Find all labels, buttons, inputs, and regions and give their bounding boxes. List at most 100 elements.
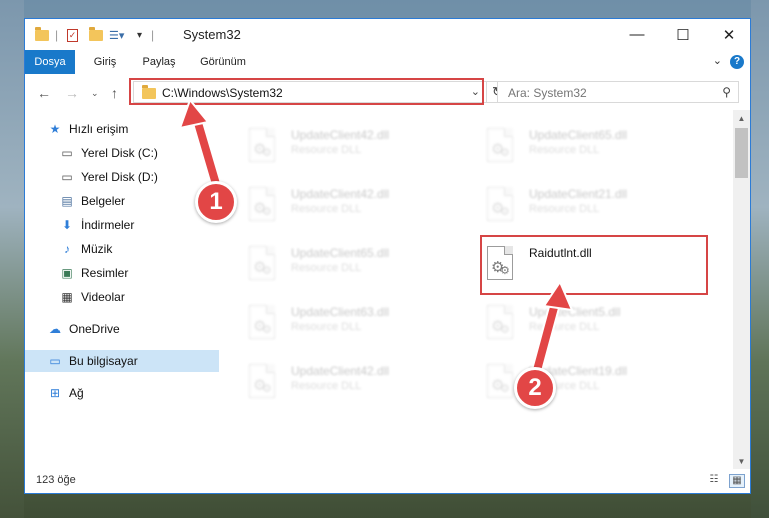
file-name: Raidutlnt.dll: [529, 246, 592, 260]
file-type: Resource DLL: [291, 380, 362, 392]
file-type: Resource DLL: [291, 144, 362, 156]
file-name: UpdateClient42.dll: [291, 364, 390, 378]
tab-share[interactable]: Paylaş: [137, 50, 181, 74]
forward-icon[interactable]: →: [65, 85, 79, 101]
dll-file-icon: ⚙ ⚙: [245, 246, 281, 284]
file-type: Resource DLL: [291, 203, 362, 215]
address-bar[interactable]: C:\Windows\System32 ⌄: [133, 81, 487, 103]
sidebar-item-label: Müzik: [81, 242, 113, 256]
file-item[interactable]: ⚙ ⚙ UpdateClient63.dll Resource DLL: [245, 301, 465, 345]
sidebar-item-label: Bu bilgisayar: [69, 354, 138, 368]
file-type: Resource DLL: [291, 262, 362, 274]
file-name: UpdateClient21.dll: [529, 187, 628, 201]
file-type: Resource DLL: [291, 321, 362, 333]
computer-icon: ▭: [49, 354, 61, 368]
file-item[interactable]: ⚙ ⚙ UpdateClient42.dll Resource DLL: [245, 360, 465, 404]
drive-icon: ▭: [61, 170, 73, 184]
sidebar-item-onedrive[interactable]: ☁ OneDrive: [25, 318, 239, 340]
dll-file-icon: ⚙ ⚙: [245, 305, 281, 343]
drive-icon: ▭: [61, 146, 73, 160]
sidebar-item-videos[interactable]: ▦ Videolar 📌: [25, 286, 251, 308]
sidebar-item-quick-access[interactable]: ★ Hızlı erişim: [25, 118, 239, 140]
scroll-thumb[interactable]: [735, 128, 748, 178]
search-input[interactable]: [506, 83, 710, 103]
video-icon: ▦: [61, 290, 73, 304]
folder-icon: [142, 85, 156, 99]
search-icon[interactable]: ⚲: [722, 85, 731, 99]
sidebar-item-label: OneDrive: [69, 322, 120, 336]
file-item[interactable]: ⚙ ⚙ UpdateClient42.dll Resource DLL: [245, 124, 465, 168]
ribbon-tabs: Dosya Giriş Paylaş Görünüm ⌄ ?: [25, 50, 750, 75]
dll-file-icon: ⚙ ⚙: [483, 246, 519, 284]
file-name: UpdateClient65.dll: [529, 128, 628, 142]
download-icon: ⬇: [61, 218, 73, 232]
item-count: 123 öğe: [36, 474, 76, 486]
details-view-icon[interactable]: ☷: [707, 474, 721, 486]
file-name: UpdateClient63.dll: [291, 305, 390, 319]
large-icons-view-icon[interactable]: ▦: [729, 474, 745, 488]
sidebar-item-label: İndirmeler: [81, 218, 135, 232]
window-title: System32: [183, 27, 241, 42]
file-item[interactable]: ⚙ ⚙ UpdateClient42.dll Resource DLL: [245, 183, 465, 227]
pictures-icon: ▣: [61, 266, 73, 280]
sidebar-item-music[interactable]: ♪ Müzik 📌: [25, 238, 251, 260]
maximize-button[interactable]: ☐: [660, 19, 706, 50]
sidebar-item-label: Resimler: [81, 266, 129, 280]
back-icon[interactable]: ←: [37, 85, 51, 101]
navigation-bar: ← → ⌄ ↑ C:\Windows\System32 ⌄ ↻ ⚲: [25, 74, 750, 110]
file-name: UpdateClient42.dll: [291, 128, 390, 142]
scroll-down-icon[interactable]: ▼: [733, 453, 750, 470]
file-item[interactable]: ⚙ ⚙ UpdateClient21.dll Resource DLL: [483, 183, 703, 227]
file-type: Resource DLL: [529, 321, 600, 333]
vertical-scrollbar[interactable]: ▲ ▼: [733, 110, 750, 470]
folder-icon: [35, 26, 49, 41]
file-name: UpdateClient5.dll: [529, 305, 621, 319]
dll-file-icon: ⚙ ⚙: [245, 364, 281, 402]
scroll-up-icon[interactable]: ▲: [733, 110, 750, 127]
file-type: Resource DLL: [529, 203, 600, 215]
ribbon-expand-icon[interactable]: ⌄: [713, 54, 722, 67]
status-bar: 123 öğe ☷ ▦: [25, 469, 750, 493]
address-path: C:\Windows\System32: [162, 86, 283, 100]
recent-locations-icon[interactable]: ⌄: [91, 88, 99, 99]
sidebar-item-this-pc[interactable]: ▭ Bu bilgisayar: [25, 350, 239, 372]
new-folder-icon[interactable]: [89, 26, 103, 44]
dll-file-icon: ⚙ ⚙: [483, 187, 519, 225]
sidebar-item-label: Belgeler: [81, 194, 126, 208]
explorer-window: | ✓ ☰▾ ▾ | System32 — ☐ ✕ Dosya Giriş Pa…: [24, 18, 751, 494]
dll-file-icon: ⚙ ⚙: [483, 128, 519, 166]
tab-home[interactable]: Giriş: [87, 50, 123, 74]
quick-access-dropdown-icon[interactable]: ▾: [137, 26, 142, 44]
dll-file-icon: ⚙ ⚙: [245, 187, 281, 225]
document-icon: ▤: [61, 194, 73, 208]
sidebar-item-network[interactable]: ⊞ Ağ: [25, 382, 239, 404]
file-name: UpdateClient42.dll: [291, 187, 390, 201]
file-name: UpdateClient65.dll: [291, 246, 390, 260]
step-callout-1: 1: [195, 181, 237, 223]
title-bar: | ✓ ☰▾ ▾ | System32 — ☐ ✕: [25, 19, 750, 50]
desktop-wallpaper-right: [751, 0, 769, 518]
tab-view[interactable]: Görünüm: [195, 50, 251, 74]
file-item[interactable]: ⚙ ⚙ UpdateClient65.dll Resource DLL: [245, 242, 465, 286]
customize-quick-access-icon[interactable]: ☰▾: [109, 26, 124, 44]
cloud-icon: ☁: [49, 322, 61, 336]
minimize-button[interactable]: —: [614, 19, 660, 50]
properties-icon[interactable]: ✓: [67, 26, 78, 44]
file-list: ⚙ ⚙ UpdateClient42.dll Resource DLL ⚙ ⚙ Up…: [219, 110, 735, 470]
navigation-pane: ★ Hızlı erişim ▭ Yerel Disk (C:) ▭ Yerel…: [25, 110, 247, 470]
separator: |: [151, 28, 155, 42]
file-item[interactable]: ⚙ ⚙ UpdateClient5.dll Resource DLL: [483, 301, 703, 345]
close-button[interactable]: ✕: [706, 19, 750, 50]
file-item[interactable]: ⚙ ⚙ UpdateClient65.dll Resource DLL: [483, 124, 703, 168]
file-type: Resource DLL: [529, 144, 600, 156]
sidebar-item-pictures[interactable]: ▣ Resimler 📌: [25, 262, 251, 284]
search-box[interactable]: ⚲: [497, 81, 739, 103]
sidebar-item-label: Yerel Disk (D:): [81, 170, 158, 184]
sidebar-item-local-disk-c[interactable]: ▭ Yerel Disk (C:): [25, 142, 251, 164]
chevron-down-icon[interactable]: ⌄: [471, 85, 480, 98]
tab-file[interactable]: Dosya: [25, 50, 75, 74]
file-item-highlighted[interactable]: ⚙ ⚙ Raidutlnt.dll: [483, 242, 703, 286]
help-icon[interactable]: ?: [730, 55, 744, 69]
sidebar-item-label: Videolar: [81, 290, 125, 304]
up-icon[interactable]: ↑: [111, 85, 118, 101]
